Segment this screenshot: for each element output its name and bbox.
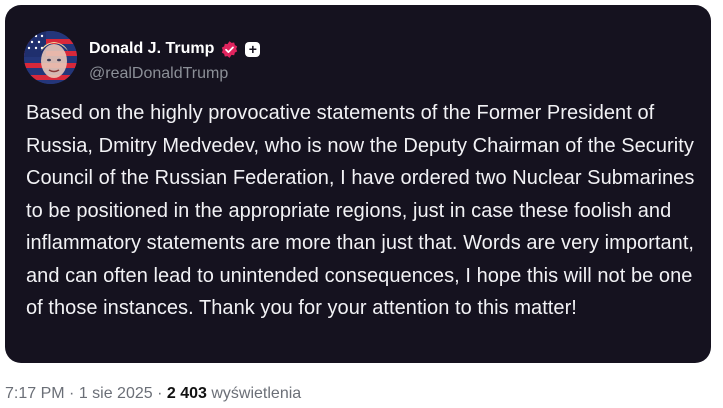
post-date[interactable]: 1 sie 2025 [79, 385, 153, 402]
post-text: Based on the highly provocative statemen… [26, 102, 695, 319]
meta-separator: · [64, 385, 79, 402]
views-label: wyświetlenia [206, 385, 302, 402]
views-count: 2 403 [166, 385, 207, 402]
plus-icon[interactable]: + [245, 41, 261, 57]
post-time[interactable]: 7:17 PM [5, 385, 65, 402]
post-card: Donald J. Trump + @realDonaldTrump Based… [5, 5, 711, 363]
post-meta: 7:17 PM · 1 sie 2025 · 2 403 wyświetleni… [5, 385, 301, 403]
verified-badge-icon [220, 40, 239, 59]
avatar[interactable] [24, 31, 77, 84]
author-row: Donald J. Trump + [89, 39, 261, 59]
meta-separator: · [152, 385, 167, 402]
profile-photo-flag-icon [24, 31, 77, 84]
author-name[interactable]: Donald J. Trump [89, 40, 214, 58]
author-handle[interactable]: @realDonaldTrump [89, 65, 228, 83]
